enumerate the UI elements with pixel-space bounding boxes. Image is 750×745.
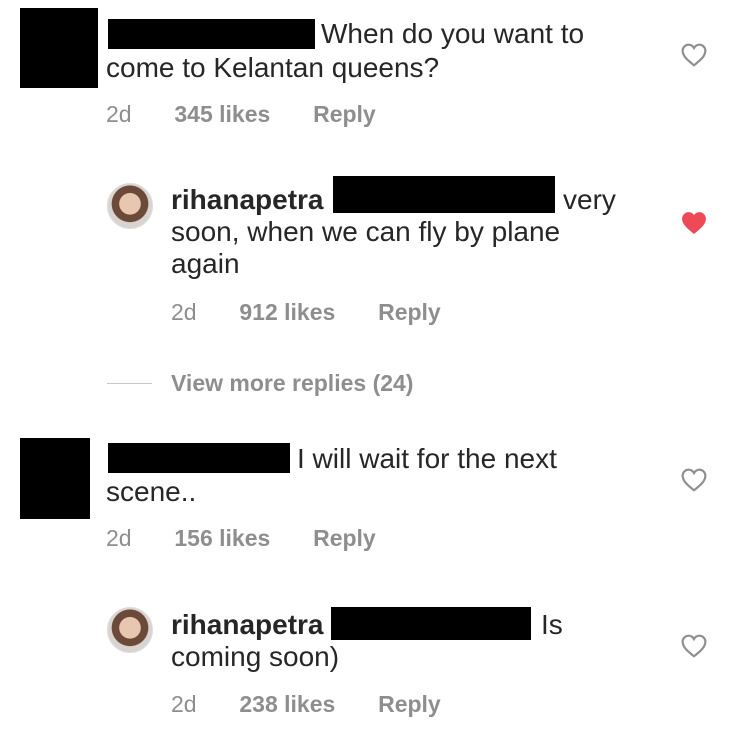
reply-button[interactable]: Reply	[313, 101, 376, 127]
comment-meta: 2d 238 likes Reply	[171, 690, 441, 718]
timestamp: 2d	[171, 299, 197, 325]
comment-meta: 2d 912 likes Reply	[171, 298, 441, 326]
comment-meta: 2d 345 likes Reply	[106, 100, 376, 128]
replies-divider	[107, 383, 152, 384]
username[interactable]: rihanapetra	[171, 609, 324, 641]
avatar[interactable]	[107, 607, 153, 653]
comment-text: When do you want to	[321, 18, 585, 49]
comment-text: coming soon)	[171, 641, 340, 672]
avatar[interactable]	[107, 183, 153, 229]
comment-text: Is	[541, 609, 563, 640]
timestamp: 2d	[106, 101, 132, 127]
comment-text: I will wait for the next	[297, 443, 557, 474]
reply-button[interactable]: Reply	[378, 299, 441, 325]
reply-button[interactable]: Reply	[313, 525, 376, 551]
timestamp: 2d	[106, 525, 132, 551]
comment-text: come to Kelantan queens?	[106, 52, 440, 83]
comment-text: soon, when we can fly by plane	[171, 216, 561, 247]
heart-outline-icon[interactable]	[681, 468, 707, 492]
comment-text: scene..	[106, 476, 197, 507]
reply-button[interactable]: Reply	[378, 691, 441, 717]
heart-filled-icon[interactable]	[681, 211, 707, 235]
mention-redacted[interactable]	[333, 176, 555, 213]
likes-count[interactable]: 912 likes	[239, 299, 335, 325]
timestamp: 2d	[171, 691, 197, 717]
avatar-redacted[interactable]	[20, 8, 98, 88]
avatar-redacted[interactable]	[20, 438, 90, 519]
likes-count[interactable]: 238 likes	[239, 691, 335, 717]
likes-count[interactable]: 345 likes	[174, 101, 270, 127]
mention-redacted[interactable]	[331, 607, 531, 640]
comment-text: very	[563, 184, 616, 215]
heart-outline-icon[interactable]	[681, 634, 707, 658]
comment-meta: 2d 156 likes Reply	[106, 524, 376, 552]
username-redacted[interactable]	[108, 19, 315, 49]
view-more-replies-button[interactable]: View more replies (24)	[171, 369, 413, 397]
comment-text: again	[171, 248, 240, 279]
username-redacted[interactable]	[108, 443, 290, 473]
heart-outline-icon[interactable]	[681, 43, 707, 67]
likes-count[interactable]: 156 likes	[174, 525, 270, 551]
username[interactable]: rihanapetra	[171, 184, 324, 216]
